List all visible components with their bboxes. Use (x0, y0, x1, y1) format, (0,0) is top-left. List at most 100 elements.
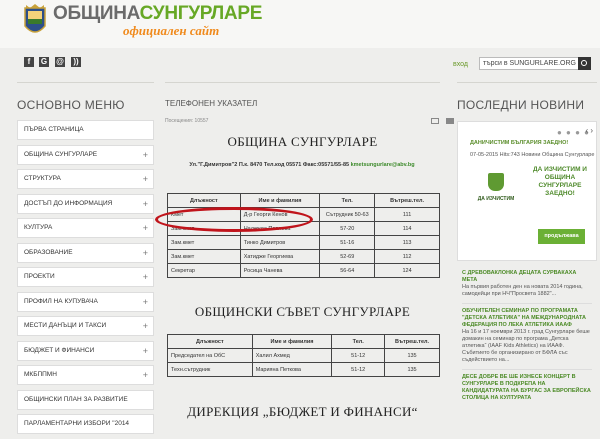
rss-icon[interactable]: )) (71, 57, 81, 67)
news-slider: ● ● ● ● ‹ › ДАНИЧИСТИМ БЪЛГАРИЯ ЗАЕДНО! … (457, 121, 597, 261)
expand-icon[interactable]: + (143, 268, 148, 286)
menu-item-label: МКБППМН (24, 371, 57, 378)
menu-item[interactable]: ПРОФИЛ НА КУПУВАЧА + (17, 291, 154, 312)
phone-table-council: Длъжност Име и фамилия Тел. Вътреш.тел. … (167, 334, 440, 377)
google-icon[interactable]: G (39, 57, 49, 67)
expand-icon[interactable]: + (143, 342, 148, 360)
menu-item[interactable]: ПАРЛАМЕНТАРНИ ИЗБОРИ "2014 (17, 414, 154, 434)
cell: 135 (384, 348, 440, 363)
slider-arrows[interactable]: ‹ › (585, 126, 593, 135)
address-line: Ул."Г.Димитров"2 П.к. 8470 Тел.код 05571… (157, 162, 447, 168)
menu-item[interactable]: СТРУКТУРА + (17, 169, 154, 189)
menu-item-label: СТРУКТУРА (24, 175, 61, 182)
col-header: Длъжност (167, 334, 253, 349)
cell: Секретар (167, 263, 241, 278)
divider (462, 369, 592, 370)
menu-item[interactable]: БЮДЖЕТ И ФИНАНСИ + (17, 340, 154, 361)
cell: 57-20 (319, 221, 376, 236)
page-title: ТЕЛЕФОНЕН УКАЗАТЕЛ (165, 99, 258, 108)
table-row: Председател на ОбС Халил Ахмед 51-12 135 (167, 348, 440, 363)
expand-icon[interactable]: + (143, 146, 148, 164)
search-input-text: търси в SUNGURLARE.ORG (483, 60, 577, 67)
expand-icon[interactable]: + (143, 219, 148, 237)
menu-item-label: ПРОЕКТИ (24, 273, 55, 280)
news-item-title[interactable]: ОБУЧИТЕЛЕН СЕМИНАР ПО ПРОГРАМАТА "ДЕТСКА… (462, 308, 592, 329)
cell: Сътрудник 50-63 (319, 207, 376, 222)
menu-item[interactable]: ОБРАЗОВАНИЕ + (17, 242, 154, 263)
cell: Росица Чанева (239, 263, 321, 278)
site-subtitle: официален сайт (123, 23, 220, 38)
cell: Марияна Петкова (251, 362, 333, 377)
table-row: Секретар Росица Чанева 56-64 124 (167, 263, 440, 278)
menu-item[interactable]: МЕСТИ ДАНЪЦИ И ТАКСИ + (17, 316, 154, 336)
expand-icon[interactable]: + (143, 366, 148, 384)
cell: 51-12 (331, 362, 386, 377)
menu-item[interactable]: ДОСТЪП ДО ИНФОРМАЦИЯ + (17, 193, 154, 214)
expand-icon[interactable]: + (143, 317, 148, 335)
divider (17, 82, 154, 83)
news-item-title[interactable]: ДЕСЕ ДОБРЕ ВЕ ШЕ ИЗНЕСЕ КОНЦЕРТ В СУНГУР… (462, 374, 592, 402)
coat-of-arms-icon[interactable] (23, 4, 47, 40)
login-link[interactable]: вход (453, 61, 468, 68)
menu-item[interactable]: КУЛТУРА + (17, 218, 154, 238)
site-title-accent: СУНГУРЛАРЕ (139, 3, 263, 24)
menu-item[interactable]: ОБЩИНА СУНГУРЛАРЕ + (17, 144, 154, 165)
facebook-icon[interactable]: f (24, 57, 34, 67)
expand-icon[interactable]: + (143, 244, 148, 262)
cell: Зам.кмет (167, 249, 241, 264)
cell: 51-16 (319, 235, 376, 250)
cell: 124 (374, 263, 440, 278)
menu-item-label: ОБЩИНА СУНГУРЛАРЕ (24, 150, 98, 158)
section-heading: ОБЩИНА СУНГУРЛАРЕ (227, 134, 378, 149)
menu-item[interactable]: ПРОЕКТИ + (17, 267, 154, 287)
cell: 52-69 (319, 249, 376, 264)
cell: 112 (374, 249, 440, 264)
table-row: Зам.кмет Хатидже Георгиева 52-69 112 (167, 249, 440, 264)
views-count: Посещения: 10557 (165, 118, 209, 124)
site-header: ОБЩИНАСУНГУРЛАРЕ официален сайт (0, 0, 600, 48)
divider (462, 303, 592, 304)
table-header-row: Длъжност Име и фамилия Тел. Вътреш.тел. (167, 334, 440, 349)
col-header: Име и фамилия (251, 334, 333, 349)
featured-news-headline[interactable]: ДАНИЧИСТИМ БЪЛГАРИЯ ЗАЕДНО! (470, 140, 595, 147)
section-heading: ДИРЕКЦИЯ „БЮДЖЕТ И ФИНАНСИ“ (187, 404, 418, 419)
expand-icon[interactable]: + (143, 195, 148, 213)
main-content: ТЕЛЕФОНЕН УКАЗАТЕЛ Посещения: 10557 ОБЩИ… (165, 99, 454, 419)
menu-item[interactable]: ОБЩИНСКИ ПЛАН ЗА РАЗВИТИЕ (17, 389, 154, 410)
menu-item-label: ПАРЛАМЕНТАРНИ ИЗБОРИ "2014 (24, 420, 130, 427)
news-list: С ДРЕВОВАКЛОНКА ДЕЦАТА СУРВАКАХА МЕТА На… (462, 270, 592, 402)
print-icon[interactable] (446, 118, 454, 124)
site-title[interactable]: ОБЩИНАСУНГУРЛАРЕ (53, 3, 262, 25)
menu-item[interactable]: ПЪРВА СТРАНИЦА (17, 120, 154, 140)
cell: Зам.кмет (167, 235, 241, 250)
table-header-row: Длъжност Име и фамилия Тел. Вътреш.тел. (167, 193, 440, 208)
news-item-title[interactable]: С ДРЕВОВАКЛОНКА ДЕЦАТА СУРВАКАХА МЕТА (462, 270, 592, 284)
cleanup-badge-icon: ДА ИЗЧИСТИМ (476, 169, 516, 209)
menu-item-label: ДОСТЪП ДО ИНФОРМАЦИЯ (24, 199, 113, 207)
col-header: Име и фамилия (239, 193, 321, 208)
read-more-button[interactable]: продължава (538, 229, 585, 244)
menu-item-label: ПЪРВА СТРАНИЦА (24, 126, 84, 133)
news-item-body: На първия работен ден на новата 2014 год… (462, 284, 583, 297)
menu-item-label: БЮДЖЕТ И ФИНАНСИ (24, 346, 95, 354)
email-link[interactable]: kmetsungurlare@abv.bg (351, 162, 415, 168)
badge-caption: ДА ИЗЧИСТИМ (477, 196, 515, 202)
at-icon[interactable]: @ (55, 57, 65, 67)
table-row: Техн.сътрудник Марияна Петкова 51-12 135 (167, 362, 440, 377)
promo-text: ДА ИЗЧИСТИМ И ОБЩИНА СУНГУРЛАРЕ ЗАЕДНО! (533, 166, 587, 197)
col-header: Длъжност (167, 193, 241, 208)
divider (165, 82, 440, 83)
menu-item[interactable]: МКБППМН + (17, 365, 154, 385)
email-icon[interactable] (431, 118, 439, 124)
menu-item-label: ПРОФИЛ НА КУПУВАЧА (24, 297, 98, 305)
expand-icon[interactable]: + (143, 293, 148, 311)
cell: 114 (374, 221, 440, 236)
search-icon[interactable] (578, 57, 591, 70)
table-row: Зам.кмет Тинко Димитров 51-16 113 (167, 235, 440, 250)
cell: Халил Ахмед (251, 348, 333, 363)
expand-icon[interactable]: + (143, 170, 148, 188)
cell: 51-12 (331, 348, 386, 363)
search-input[interactable]: търси в SUNGURLARE.ORG (479, 57, 591, 70)
section-heading: ОБЩИНСКИ СЪВЕТ СУНГУРЛАРЕ (194, 304, 411, 319)
divider (457, 82, 597, 83)
